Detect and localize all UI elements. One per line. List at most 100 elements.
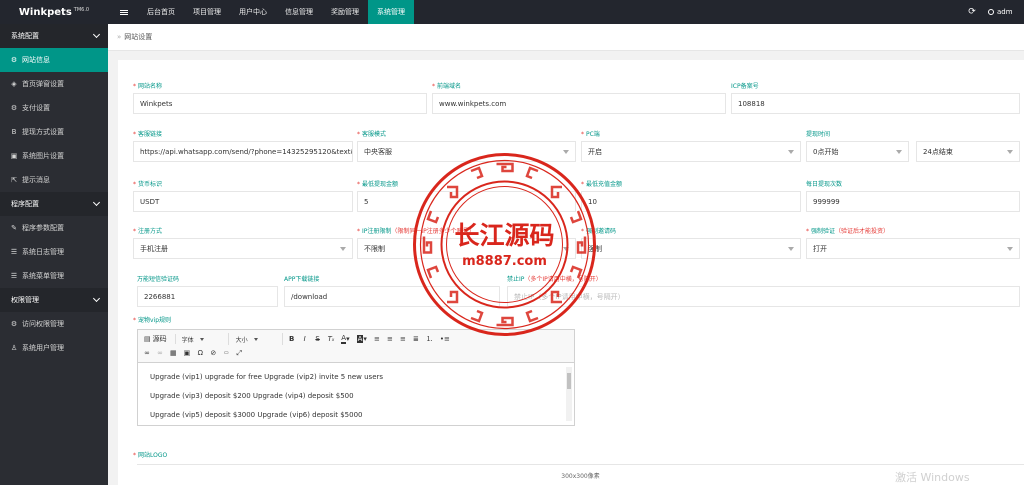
min-recharge-input[interactable]: 10	[581, 191, 801, 212]
cs-link-input[interactable]: https://api.whatsapp.com/send/?phone=143…	[133, 141, 353, 162]
italic-icon[interactable]: I	[300, 333, 310, 345]
bold-icon[interactable]: B	[287, 333, 297, 345]
top-nav: 后台首页 项目管理 用户中心 信息管理 奖励管理 系统管理	[138, 0, 414, 24]
size-select[interactable]: 大小	[233, 333, 283, 345]
nav-item-rewards[interactable]: 奖励管理	[322, 0, 368, 24]
block-icon[interactable]: ⊘	[208, 347, 218, 359]
sidebar-item-withdraw-settings[interactable]: B 提现方式设置	[0, 120, 108, 144]
app-logo[interactable]: Winkpets TM6.0	[0, 0, 108, 24]
frontend-domain-field: * 前端域名 www.winkpets.com	[432, 83, 726, 114]
sidebar-item-label: 系统图片设置	[22, 152, 64, 160]
wrench-icon: ✎	[11, 224, 17, 232]
nav-item-system[interactable]: 系统管理	[368, 0, 414, 24]
scrollbar-thumb[interactable]	[567, 373, 571, 389]
editor-scrollbar[interactable]	[566, 367, 572, 421]
sidebar-item-popup-settings[interactable]: ◈ 首页弹窗设置	[0, 72, 108, 96]
app-download-label: APP下载链接	[284, 276, 320, 283]
vip-rule-line: Upgrade (vip5) deposit $3000 Upgrade (vi…	[150, 411, 363, 419]
link-icon[interactable]: ∞	[142, 347, 152, 359]
breadcrumb: » 网站设置	[108, 24, 1024, 51]
embed-icon[interactable]: ▭	[221, 347, 231, 359]
sidebar-item-system-users[interactable]: ♙ 系统用户管理	[0, 336, 108, 360]
daily-withdraw-field: 每日提现次数 999999	[806, 181, 1020, 212]
sidebar-item-label: 系统日志管理	[22, 248, 64, 256]
sidebar-item-label: 网站信息	[22, 56, 50, 64]
menu-toggle-button[interactable]	[114, 0, 134, 24]
min-recharge-field: * 最低充值金额 10	[581, 181, 801, 212]
frontend-domain-input[interactable]: www.winkpets.com	[432, 93, 726, 114]
caret-down-icon	[896, 150, 902, 154]
image-icon[interactable]: ▣	[182, 347, 193, 359]
sidebar-item-system-menus[interactable]: ☰ 系统菜单管理	[0, 264, 108, 288]
sidebar-item-program-params[interactable]: ✎ 程序参数配置	[0, 216, 108, 240]
withdraw-end-select[interactable]: 24点结束	[916, 141, 1020, 162]
chevron-down-icon	[92, 294, 101, 303]
text-color-icon[interactable]: A ▾	[339, 333, 351, 345]
nav-item-info[interactable]: 信息管理	[276, 0, 322, 24]
caret-down-icon	[1007, 247, 1013, 251]
sidebar-item-site-info[interactable]: ⚙ 网站信息	[0, 48, 108, 72]
sidebar-group-system-config[interactable]: 系统配置	[0, 24, 108, 48]
font-select-label: 字体	[181, 336, 194, 344]
top-bar: Winkpets TM6.0 后台首页 项目管理 用户中心 信息管理 奖励管理 …	[0, 0, 1024, 24]
sidebar-group-permissions[interactable]: 权限管理	[0, 288, 108, 312]
pc-end-label: PC端	[586, 131, 600, 138]
sidebar-item-label: 提现方式设置	[22, 128, 64, 136]
invite-code-select[interactable]: 强制	[581, 238, 801, 259]
watermark-seal: 长江源码 m8887.com	[413, 153, 596, 336]
vip-rule-line: Upgrade (vip1) upgrade for free Upgrade …	[150, 373, 384, 381]
currency-input[interactable]: USDT	[133, 191, 353, 212]
cs-link-label: 客服链接	[138, 131, 163, 138]
align-right-icon[interactable]: ≡	[398, 333, 408, 345]
currency-label: 货币标识	[138, 181, 163, 188]
daily-withdraw-input[interactable]: 999999	[806, 191, 1020, 212]
pc-end-select[interactable]: 开启	[581, 141, 801, 162]
source-button[interactable]: ▤ 源码	[142, 333, 169, 345]
source-label: 源码	[152, 335, 167, 343]
strikethrough-icon[interactable]: S	[313, 333, 323, 345]
force-verify-select[interactable]: 打开	[806, 238, 1020, 259]
nav-item-home[interactable]: 后台首页	[138, 0, 184, 24]
refresh-icon[interactable]: ⟳	[966, 0, 978, 24]
user-menu[interactable]: adm	[988, 0, 1013, 24]
align-left-icon[interactable]: ≡	[372, 333, 382, 345]
site-name-input[interactable]: Winkpets	[133, 93, 427, 114]
breadcrumb-current[interactable]: 网站设置	[124, 32, 152, 42]
size-select-label: 大小	[235, 336, 248, 344]
sidebar-item-system-logs[interactable]: ☰ 系统日志管理	[0, 240, 108, 264]
universal-sms-input[interactable]: 2266881	[137, 286, 278, 307]
min-withdraw-label: 最低提现金额	[362, 181, 399, 188]
sidebar-item-access-permissions[interactable]: ⚙ 访问权限管理	[0, 312, 108, 336]
sidebar-item-notices[interactable]: ⇱ 提示消息	[0, 168, 108, 192]
user-icon: ♙	[10, 344, 18, 352]
bitcoin-icon: B	[11, 128, 17, 136]
icp-label: ICP备案号	[731, 83, 759, 90]
sidebar-item-image-settings[interactable]: ▣ 系统图片设置	[0, 144, 108, 168]
sidebar-item-label: 系统用户管理	[22, 344, 64, 352]
clear-format-icon[interactable]: Tx	[326, 333, 337, 345]
fullscreen-icon[interactable]: ⤢	[234, 347, 244, 359]
universal-sms-field: 万能短信验证码 2266881	[137, 276, 278, 307]
unlink-icon[interactable]: ∞	[155, 347, 165, 359]
font-select[interactable]: 字体	[179, 333, 229, 345]
nav-item-projects[interactable]: 项目管理	[184, 0, 230, 24]
nav-item-users[interactable]: 用户中心	[230, 0, 276, 24]
sidebar-item-payment-settings[interactable]: ⚙ 支付设置	[0, 96, 108, 120]
align-center-icon[interactable]: ≡	[385, 333, 395, 345]
app-version: TM6.0	[73, 6, 90, 13]
gear-icon: ⚙	[10, 56, 18, 64]
icp-field: ICP备案号 108818	[731, 83, 1020, 114]
icp-input[interactable]: 108818	[731, 93, 1020, 114]
bg-color-icon[interactable]: A ▾	[355, 333, 369, 345]
table-icon[interactable]: ▦	[168, 347, 179, 359]
logo-upload-area[interactable]: 300x300像素	[137, 464, 1024, 485]
withdraw-start-select[interactable]: 0点开始	[806, 141, 909, 162]
list-icon: ☰	[10, 272, 18, 280]
special-char-icon[interactable]: Ω	[195, 347, 205, 359]
pc-end-field: * PC端 开启	[581, 131, 801, 162]
register-mode-select[interactable]: 手机注册	[133, 238, 353, 259]
editor-content[interactable]: Upgrade (vip1) upgrade for free Upgrade …	[138, 363, 574, 425]
sidebar-group-program-config[interactable]: 程序配置	[0, 192, 108, 216]
tag-icon: ◈	[11, 80, 17, 88]
sidebar-item-label: 访问权限管理	[22, 320, 64, 328]
